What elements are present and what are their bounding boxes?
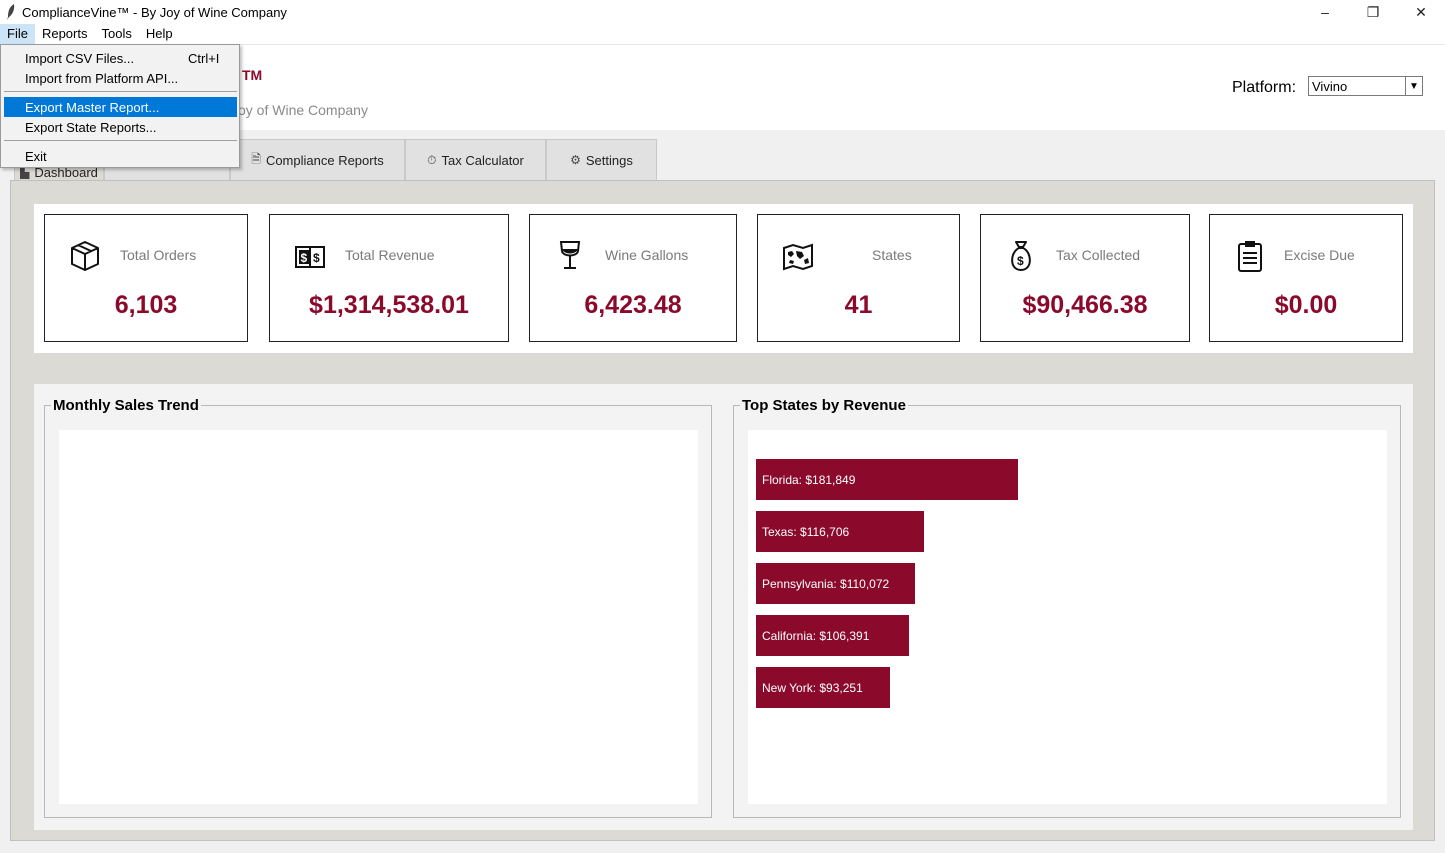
menu-help[interactable]: Help [139, 24, 180, 44]
tab-tax-calculator[interactable]: ⏱ Tax Calculator [405, 139, 546, 180]
menu-bar: File Reports Tools Help [0, 24, 1445, 45]
bar-label: Florida: $181,849 [762, 472, 856, 487]
gear-icon: ⚙ [570, 153, 581, 167]
svg-text:$: $ [301, 251, 308, 265]
metric-label: Wine Gallons [605, 247, 689, 263]
tab-settings[interactable]: ⚙ Settings [546, 139, 657, 180]
metric-card-wine-gallons: Wine Gallons 6,423.48 [529, 214, 737, 342]
money-icon: $ $ [295, 246, 325, 268]
metric-value: 41 [844, 291, 873, 319]
metric-card-tax-collected: $ Tax Collected $90,466.38 [980, 214, 1190, 342]
menu-item-label: Export State Reports... [25, 119, 157, 135]
menu-item-shortcut: Ctrl+I [188, 50, 220, 66]
dropdown-arrow-icon[interactable]: ▼ [1405, 77, 1422, 95]
top-states-chart: Florida: $181,849 Texas: $116,706 Pennsylv… [748, 430, 1387, 804]
state-revenue-bar: Pennsylvania: $110,072 [756, 563, 915, 604]
menu-item-label: Export Master Report... [25, 99, 160, 115]
clipboard-icon [1238, 241, 1262, 272]
close-button[interactable]: ✕ [1397, 0, 1445, 24]
svg-text:$: $ [1017, 254, 1024, 268]
state-revenue-bar: California: $106,391 [756, 615, 909, 656]
bar-label: Texas: $116,706 [762, 524, 850, 539]
menu-item-label: Exit [25, 148, 47, 164]
menu-file[interactable]: File [0, 24, 35, 44]
title-bar: ComplianceVine™ - By Joy of Wine Company… [0, 0, 1445, 24]
menu-item-export-state[interactable]: Export State Reports... [4, 117, 237, 137]
report-icon: 🗎 [251, 151, 261, 166]
menu-item-import-api[interactable]: Import from Platform API... [4, 68, 237, 88]
tab-compliance-reports[interactable]: 🗎 Compliance Reports [230, 139, 405, 180]
metric-card-states: States 41 [757, 214, 960, 342]
charts-area: Monthly Sales Trend Top States by Revenu… [34, 384, 1413, 830]
svg-text:$: $ [313, 251, 320, 265]
panel-title: Monthly Sales Trend [51, 397, 201, 414]
menu-item-export-master[interactable]: Export Master Report... [4, 97, 237, 117]
platform-select[interactable]: Vivino ▼ [1308, 76, 1423, 96]
file-menu-dropdown: Import CSV Files... Ctrl+I Import from P… [0, 44, 240, 168]
bar-label: Pennsylvania: $110,072 [762, 576, 890, 591]
brand-subtitle: oy of Wine Company [238, 102, 368, 118]
metric-value: $90,466.38 [1022, 291, 1148, 319]
brand-trademark: TM [242, 67, 263, 83]
menu-item-import-csv[interactable]: Import CSV Files... Ctrl+I [4, 48, 237, 68]
menu-separator [4, 91, 237, 92]
menu-tools[interactable]: Tools [94, 24, 138, 44]
metrics-row: Total Orders 6,103 $ $ Total Revenue $1,… [34, 204, 1413, 353]
metric-value: 6,423.48 [584, 291, 682, 319]
box-icon [71, 241, 99, 271]
menu-reports[interactable]: Reports [35, 24, 95, 44]
tab-label: Compliance Reports [265, 152, 384, 168]
monthly-sales-chart [59, 430, 698, 804]
app-feather-icon [7, 4, 15, 20]
state-revenue-bar: Texas: $116,706 [756, 511, 924, 552]
metric-card-total-orders: Total Orders 6,103 [44, 214, 248, 342]
metric-value: $0.00 [1274, 291, 1338, 319]
window-title: ComplianceVine™ - By Joy of Wine Company [22, 4, 287, 20]
wine-glass-icon [559, 241, 581, 269]
bar-label: California: $106,391 [762, 628, 870, 643]
metric-value: 6,103 [114, 291, 178, 319]
metric-value: $1,314,538.01 [309, 291, 469, 319]
metric-label: Excise Due [1284, 247, 1355, 263]
menu-item-exit[interactable]: Exit [4, 146, 237, 166]
platform-value: Vivino [1312, 79, 1348, 94]
metric-label: States [872, 247, 912, 263]
top-states-panel: Top States by Revenue Florida: $181,849 T… [733, 397, 1401, 818]
bar-label: New York: $93,251 [762, 680, 863, 695]
monthly-sales-panel: Monthly Sales Trend [44, 397, 712, 818]
dashboard-content: Total Orders 6,103 $ $ Total Revenue $1,… [10, 180, 1435, 841]
menu-item-label: Import from Platform API... [25, 70, 179, 86]
menu-separator [4, 140, 237, 141]
metric-label: Total Orders [120, 247, 197, 263]
stopwatch-icon: ⏱ [427, 152, 437, 167]
tab-label: Settings [585, 152, 633, 168]
state-revenue-bar: Florida: $181,849 [756, 459, 1018, 500]
tab-label: Tax Calculator [441, 152, 524, 168]
money-bag-icon: $ [1011, 241, 1031, 272]
minimize-button[interactable]: – [1301, 0, 1349, 24]
platform-label: Platform: [1232, 79, 1297, 96]
metric-card-total-revenue: $ $ Total Revenue $1,314,538.01 [269, 214, 509, 342]
panel-title: Top States by Revenue [740, 397, 908, 414]
state-revenue-bar: New York: $93,251 [756, 667, 890, 708]
menu-item-label: Import CSV Files... [25, 50, 135, 66]
metric-card-excise-due: Excise Due $0.00 [1209, 214, 1403, 342]
metric-label: Total Revenue [345, 247, 435, 263]
map-icon [783, 243, 813, 271]
restore-button[interactable]: ❐ [1349, 0, 1397, 24]
metric-label: Tax Collected [1056, 247, 1141, 263]
